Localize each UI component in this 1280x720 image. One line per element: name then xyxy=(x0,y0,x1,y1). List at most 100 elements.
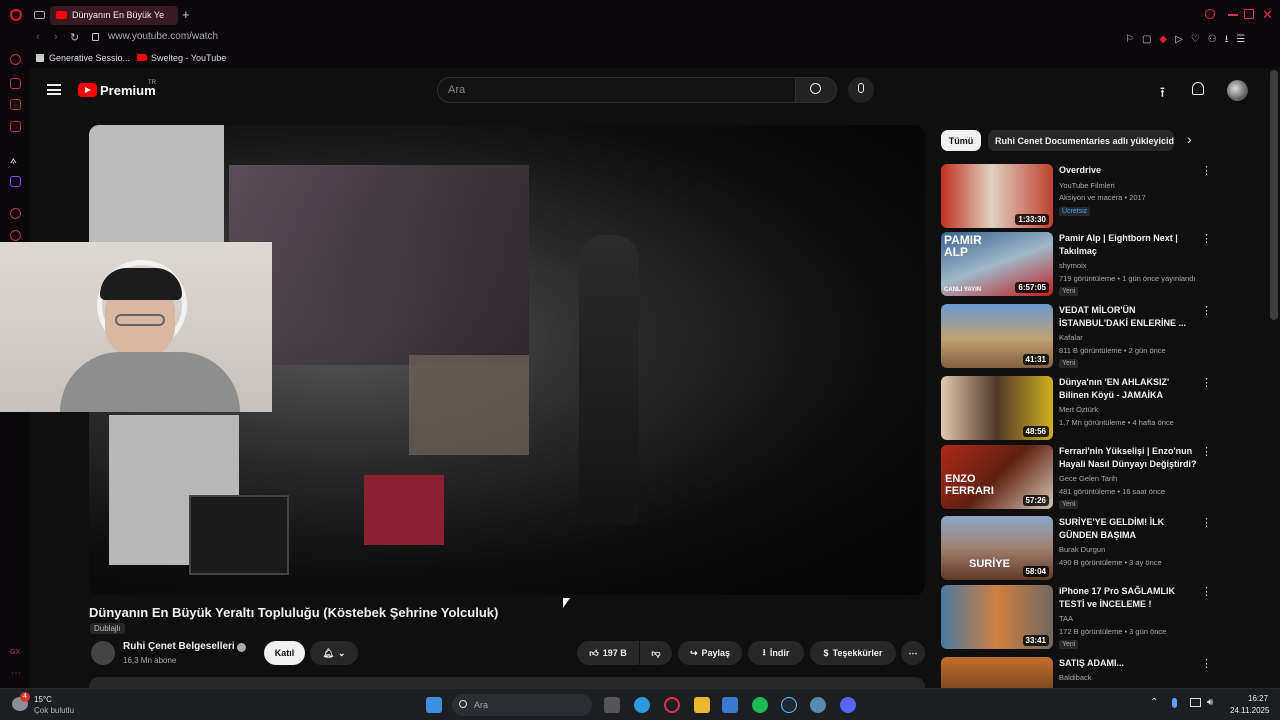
search-input[interactable]: Ara xyxy=(437,77,797,103)
tray-mic-icon[interactable] xyxy=(1172,698,1177,708)
sidebar-messenger-icon[interactable] xyxy=(10,99,21,110)
rec-title[interactable]: SATIŞ ADAMI... xyxy=(1059,657,1197,670)
join-button[interactable]: Katıl xyxy=(264,641,305,665)
close-window-icon[interactable]: ✕ xyxy=(1262,7,1273,23)
rec-menu-icon[interactable]: ⋮ xyxy=(1201,659,1211,671)
clock-date[interactable]: 24.11.2025 xyxy=(1230,706,1269,715)
sidebar-more-icon[interactable]: ⋯ xyxy=(11,668,21,679)
rec-channel[interactable]: Baldiback xyxy=(1059,673,1092,682)
notifications-bell-icon[interactable] xyxy=(1192,82,1204,95)
edge-icon[interactable] xyxy=(634,697,650,713)
rec-menu-icon[interactable]: ⋮ xyxy=(1201,587,1212,599)
taskbar-search[interactable]: Ara xyxy=(452,694,592,716)
channel-avatar[interactable] xyxy=(91,641,115,665)
opera-logo-icon[interactable] xyxy=(10,9,22,21)
rec-channel[interactable]: Mert Öztürk xyxy=(1059,405,1098,414)
tray-display-icon[interactable] xyxy=(1190,698,1201,707)
tray-chevron-icon[interactable]: ⌃ xyxy=(1150,697,1158,708)
clock-time[interactable]: 16:27 xyxy=(1248,694,1268,703)
rec-thumbnail[interactable]: PAMIR ALP CANLI YAYIN 6:57:05 xyxy=(941,232,1053,296)
hamburger-menu-icon[interactable] xyxy=(47,84,61,95)
tray-speaker-icon[interactable]: 🔊︎ xyxy=(1207,697,1213,708)
browser-tab[interactable]: Dünyanın En Büyük Ye xyxy=(50,6,178,25)
back-icon[interactable]: ‹ xyxy=(36,31,40,43)
sidebar-player-icon[interactable] xyxy=(10,208,21,219)
bookmark-swelteg[interactable]: Swelteg - YouTube xyxy=(151,53,226,63)
like-button[interactable]: 👍︎ 197 B xyxy=(577,641,639,665)
rec-thumbnail[interactable]: 1:33:30 xyxy=(941,164,1053,228)
windows-start-icon[interactable] xyxy=(426,697,442,713)
rec-thumbnail[interactable]: ENZO FERRARI 57:26 xyxy=(941,445,1053,509)
sidebar-arc-icon[interactable]: ⟑ xyxy=(10,154,17,167)
bookmark-generative[interactable]: Generative Sessio... xyxy=(49,53,130,63)
chips-next-icon[interactable]: › xyxy=(1187,131,1192,147)
rec-card[interactable]: PAMIR ALP CANLI YAYIN 6:57:05 Pamir Alp … xyxy=(941,232,1212,296)
rec-title[interactable]: Dünya'nın 'EN AHLAKSIZ' Bilinen Köyü - J… xyxy=(1059,376,1197,402)
discord-icon[interactable] xyxy=(840,697,856,713)
rec-thumbnail[interactable]: 41:31 xyxy=(941,304,1053,368)
steam-icon[interactable] xyxy=(781,697,797,713)
download-button[interactable]: ⭳ İndir xyxy=(748,641,804,665)
forward-icon[interactable]: › xyxy=(54,31,58,43)
spotify-icon[interactable] xyxy=(752,697,768,713)
rec-channel[interactable]: Gece Gelen Tarih xyxy=(1059,474,1117,483)
share-button[interactable]: ↪ Paylaş xyxy=(678,641,742,665)
opera-icon[interactable] xyxy=(664,697,680,713)
rec-channel[interactable]: Burak Durgun xyxy=(1059,545,1105,554)
rec-menu-icon[interactable]: ⋮ xyxy=(1201,378,1212,390)
rec-channel[interactable]: Kafalar xyxy=(1059,333,1083,342)
search-button[interactable] xyxy=(795,77,837,103)
file-explorer-icon[interactable] xyxy=(694,697,710,713)
rec-channel[interactable]: shymoix xyxy=(1059,261,1087,270)
new-tab-icon[interactable]: + xyxy=(182,7,190,22)
youtube-logo-icon[interactable] xyxy=(78,83,97,97)
rec-title[interactable]: iPhone 17 Pro SAĞLAMLIK TESTİ ve İNCELEM… xyxy=(1059,585,1197,611)
chip-all[interactable]: Tümü xyxy=(941,130,981,151)
rec-card[interactable]: 1:33:30 Overdrive YouTube Filmleri Aksiy… xyxy=(941,164,1212,228)
search-tabs-icon[interactable] xyxy=(1205,9,1215,19)
rec-card[interactable]: 48:56 Dünya'nın 'EN AHLAKSIZ' Bilinen Kö… xyxy=(941,376,1212,440)
rec-channel[interactable]: TAA xyxy=(1059,614,1073,623)
store-icon[interactable] xyxy=(722,697,738,713)
rec-thumbnail[interactable]: 33:41 xyxy=(941,585,1053,649)
rec-thumbnail[interactable] xyxy=(941,657,1053,688)
rec-menu-icon[interactable]: ⋮ xyxy=(1201,166,1212,178)
rec-menu-icon[interactable]: ⋮ xyxy=(1201,306,1212,318)
rec-card[interactable]: 41:31 VEDAT MİLOR'ÜN İSTANBUL'DAKİ ENLER… xyxy=(941,304,1212,368)
rec-thumbnail[interactable]: SURİYE 58:04 xyxy=(941,516,1053,580)
rec-menu-icon[interactable]: ⋮ xyxy=(1201,234,1212,246)
rec-title[interactable]: Ferrari'nin Yükselişi | Enzo'nun Hayali … xyxy=(1059,445,1197,471)
upload-icon[interactable]: ⭱ xyxy=(1160,82,1165,106)
extension-icons[interactable]: ⚐▢◆▷♡⚇⭳☰ xyxy=(1125,32,1253,49)
reload-icon[interactable]: ↻ xyxy=(70,31,79,44)
rec-title[interactable]: Pamir Alp | Eightborn Next | Takılmaç xyxy=(1059,232,1197,258)
page-scrollbar[interactable] xyxy=(1270,70,1278,320)
rec-card[interactable]: SURİYE 58:04 SURİYE'YE GELDİM! İLK GÜNDE… xyxy=(941,516,1212,580)
chip-uploader[interactable]: Ruhi Cenet Documentaries adlı yükleyicid… xyxy=(988,130,1174,151)
tab-switcher-icon[interactable] xyxy=(34,11,45,19)
channel-name[interactable]: Ruhi Çenet Belgeselleri xyxy=(123,641,235,652)
dislike-button[interactable]: 👎︎ xyxy=(640,641,672,665)
rec-menu-icon[interactable]: ⋮ xyxy=(1201,518,1212,530)
rec-title[interactable]: VEDAT MİLOR'ÜN İSTANBUL'DAKİ ENLERİNE ..… xyxy=(1059,304,1197,330)
app-icon[interactable] xyxy=(810,697,826,713)
sidebar-m-icon[interactable] xyxy=(10,121,21,132)
sidebar-twitch-icon[interactable] xyxy=(10,176,21,187)
rec-card[interactable]: 33:41 iPhone 17 Pro SAĞLAMLIK TESTİ ve İ… xyxy=(941,585,1212,649)
rec-title[interactable]: SURİYE'YE GELDİM! İLK GÜNDEN BAŞIMA GELE… xyxy=(1059,516,1197,542)
sidebar-briefcase-icon[interactable] xyxy=(10,78,21,89)
account-avatar[interactable] xyxy=(1227,80,1248,101)
sidebar-ai-icon[interactable] xyxy=(10,54,21,65)
thanks-button[interactable]: $ Teşekkürler xyxy=(810,641,896,665)
subscribe-bell-button[interactable]: 🔔︎ ⌄ xyxy=(310,641,358,665)
rec-title[interactable]: Overdrive xyxy=(1059,164,1197,177)
minimize-icon[interactable] xyxy=(1228,14,1238,16)
voice-search-button[interactable] xyxy=(848,77,874,103)
rec-card[interactable]: ENZO FERRARI 57:26 Ferrari'nin Yükselişi… xyxy=(941,445,1212,509)
rec-channel[interactable]: YouTube Filmleri xyxy=(1059,181,1115,190)
rec-card[interactable]: SATIŞ ADAMI... Baldiback ⋮ xyxy=(941,657,1211,688)
task-view-icon[interactable] xyxy=(604,697,620,713)
more-actions-button[interactable]: ⋯ xyxy=(901,641,925,665)
sidebar-history-icon[interactable] xyxy=(10,230,21,241)
sidebar-gx-icon[interactable]: GX xyxy=(10,649,20,656)
